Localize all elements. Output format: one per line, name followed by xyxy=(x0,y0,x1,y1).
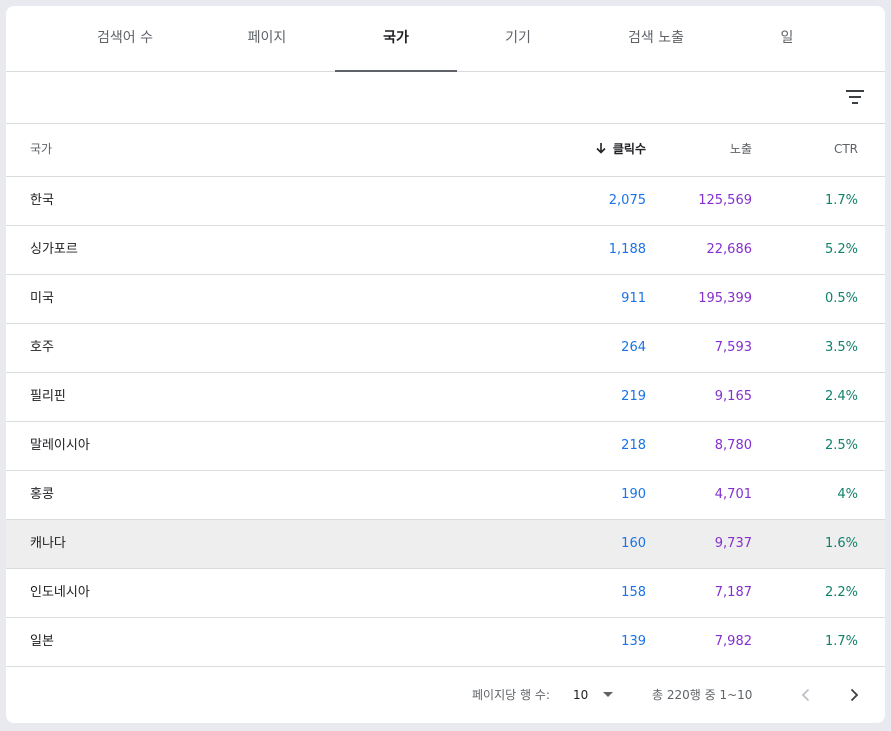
ctr-value: 1.7% xyxy=(824,634,858,649)
country-name: 홍콩 xyxy=(30,487,54,502)
country-name: 말레이시아 xyxy=(30,438,90,453)
tab-search-appearance[interactable]: 검색 노출 xyxy=(589,6,723,71)
arrow-down-icon xyxy=(595,142,607,154)
rows-per-page-value: 10 xyxy=(573,688,589,702)
impressions-value: 9,165 xyxy=(714,389,752,404)
ctr-value: 2.4% xyxy=(824,389,858,404)
country-name: 인도네시아 xyxy=(30,585,90,600)
clicks-value: 2,075 xyxy=(608,193,646,208)
table-row-hovered[interactable]: 캐나다 160 9,737 1.6% xyxy=(6,520,885,569)
impressions-value: 7,187 xyxy=(714,585,752,600)
header-clicks-label: 클릭수 xyxy=(612,142,646,156)
table-row[interactable]: 필리핀 219 9,165 2.4% xyxy=(6,373,885,422)
country-name: 한국 xyxy=(30,193,54,208)
clicks-value: 160 xyxy=(621,536,646,551)
ctr-value: 3.5% xyxy=(824,340,858,355)
rows-per-page-label: 페이지당 행 수: xyxy=(472,688,550,702)
clicks-value: 219 xyxy=(621,389,646,404)
country-name: 캐나다 xyxy=(30,536,66,551)
table-row[interactable]: 인도네시아 158 7,187 2.2% xyxy=(6,569,885,618)
ctr-value: 2.2% xyxy=(824,585,858,600)
table-row[interactable]: 말레이시아 218 8,780 2.5% xyxy=(6,422,885,471)
previous-page-icon[interactable] xyxy=(794,683,818,707)
clicks-value: 1,188 xyxy=(608,242,646,257)
table-toolbar xyxy=(6,72,885,124)
table-row[interactable]: 미국 911 195,399 0.5% xyxy=(6,275,885,324)
country-name: 일본 xyxy=(30,634,54,649)
table-row[interactable]: 일본 139 7,982 1.7% xyxy=(6,618,885,667)
country-name: 필리핀 xyxy=(30,389,66,404)
impressions-value: 7,593 xyxy=(714,340,752,355)
table-row[interactable]: 싱가포르 1,188 22,686 5.2% xyxy=(6,226,885,275)
header-country[interactable]: 국가 xyxy=(30,124,52,174)
rows-per-page-select[interactable]: 10 xyxy=(573,667,621,723)
table-header: 국가 클릭수 노출 CTR xyxy=(6,124,885,177)
clicks-value: 158 xyxy=(621,585,646,600)
impressions-value: 8,780 xyxy=(714,438,752,453)
tab-devices[interactable]: 기기 xyxy=(451,6,585,71)
ctr-value: 1.6% xyxy=(824,536,858,551)
tab-bar: 검색어 수 페이지 국가 기기 검색 노출 일 xyxy=(6,6,885,72)
tab-days[interactable]: 일 xyxy=(720,6,854,71)
performance-card: 검색어 수 페이지 국가 기기 검색 노출 일 국가 클릭수 노출 CTR 한국… xyxy=(6,6,885,723)
header-clicks[interactable]: 클릭수 xyxy=(595,124,646,174)
country-name: 호주 xyxy=(30,340,54,355)
table-row[interactable]: 홍콩 190 4,701 4% xyxy=(6,471,885,520)
country-name: 싱가포르 xyxy=(30,242,78,257)
tab-countries[interactable]: 국가 xyxy=(335,6,457,72)
ctr-value: 2.5% xyxy=(824,438,858,453)
tab-queries[interactable]: 검색어 수 xyxy=(58,6,192,71)
tab-pages[interactable]: 페이지 xyxy=(200,6,334,71)
header-ctr[interactable]: CTR xyxy=(834,124,858,174)
impressions-value: 4,701 xyxy=(714,487,752,502)
impressions-value: 125,569 xyxy=(698,193,752,208)
impressions-value: 22,686 xyxy=(706,242,753,257)
pagination-footer: 페이지당 행 수: 10 총 220행 중 1~10 xyxy=(6,667,885,723)
clicks-value: 190 xyxy=(621,487,646,502)
ctr-value: 0.5% xyxy=(824,291,858,306)
country-name: 미국 xyxy=(30,291,54,306)
impressions-value: 195,399 xyxy=(698,291,752,306)
clicks-value: 264 xyxy=(621,340,646,355)
filter-icon[interactable] xyxy=(843,85,867,109)
next-page-icon[interactable] xyxy=(842,683,866,707)
table-row[interactable]: 호주 264 7,593 3.5% xyxy=(6,324,885,373)
clicks-value: 139 xyxy=(621,634,646,649)
table-row[interactable]: 한국 2,075 125,569 1.7% xyxy=(6,177,885,226)
dropdown-arrow-icon xyxy=(603,692,613,697)
header-impressions[interactable]: 노출 xyxy=(730,124,752,174)
clicks-value: 218 xyxy=(621,438,646,453)
ctr-value: 5.2% xyxy=(824,242,858,257)
clicks-value: 911 xyxy=(621,291,646,306)
ctr-value: 4% xyxy=(837,487,858,502)
impressions-value: 7,982 xyxy=(714,634,752,649)
impressions-value: 9,737 xyxy=(714,536,752,551)
pagination-range: 총 220행 중 1~10 xyxy=(652,688,753,702)
ctr-value: 1.7% xyxy=(824,193,858,208)
